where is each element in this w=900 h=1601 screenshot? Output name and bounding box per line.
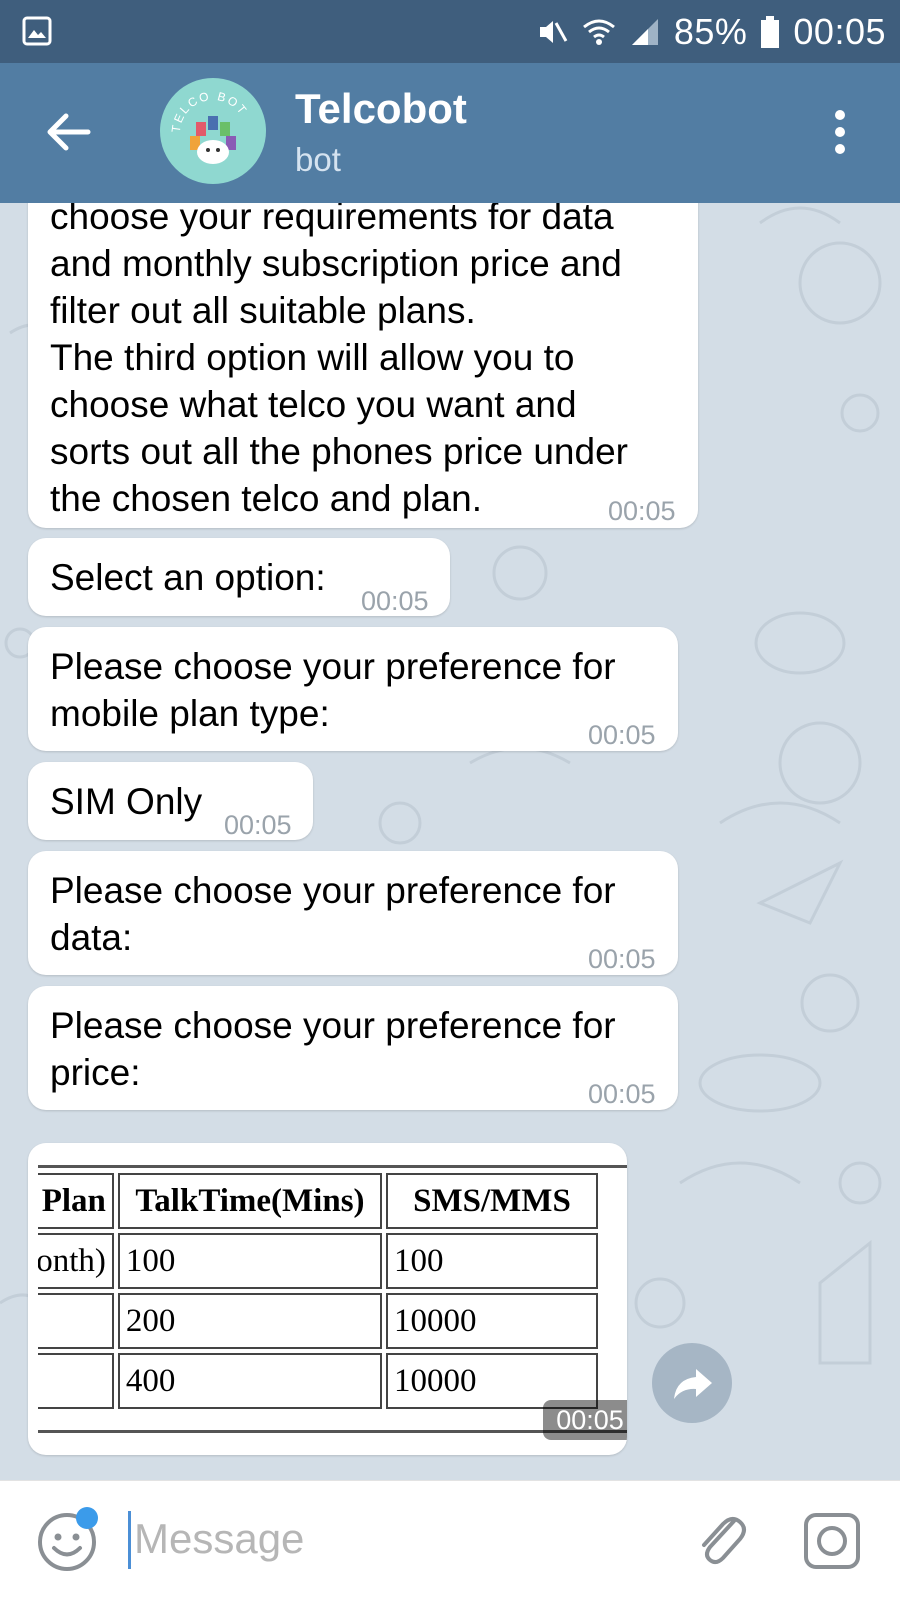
chat-area[interactable]: choose your requirements for data and mo… — [0, 203, 900, 1480]
table-header-cell: SMS/MMS — [385, 1173, 598, 1229]
table-cell: 10000 — [385, 1293, 598, 1349]
message-time: 00:05 — [588, 1079, 656, 1109]
table-cell — [38, 1353, 114, 1409]
table-cell: 100 — [385, 1233, 598, 1289]
wifi-icon — [582, 19, 615, 45]
table-header-cell: Plan — [38, 1173, 114, 1229]
avatar[interactable]: TELCO BOT — [160, 78, 266, 184]
table-cell — [38, 1293, 114, 1349]
table-row: 200 10000 — [38, 1293, 598, 1349]
message-time: 00:05 — [588, 944, 656, 974]
table-row: month) 100 100 — [38, 1233, 598, 1289]
message-bubble[interactable]: Select an option: 00:05 — [28, 538, 450, 616]
message-bubble[interactable]: Please choose your preference for price:… — [28, 986, 678, 1110]
mute-icon — [539, 21, 568, 43]
message-time: 00:05 — [224, 810, 292, 840]
message-input-bar — [0, 1480, 900, 1601]
message-bubble[interactable]: Please choose your preference for data: … — [28, 851, 678, 975]
message-input[interactable] — [134, 1507, 614, 1571]
message-text: SIM Only — [50, 781, 203, 822]
table-cell: 200 — [117, 1293, 382, 1349]
message-time: 00:05 — [588, 720, 656, 750]
chat-header: TELCO BOT Telcobot bot — [0, 63, 900, 203]
message-text: Select an option: — [50, 557, 326, 598]
share-button[interactable] — [652, 1343, 732, 1423]
gallery-icon — [22, 16, 52, 46]
message-text: Please choose your preference for data: — [50, 870, 616, 958]
message-time: 00:05 — [608, 496, 676, 526]
divider — [38, 1430, 627, 1433]
signal-icon — [631, 19, 658, 45]
camera-icon[interactable] — [802, 1511, 862, 1571]
table-header-cell: TalkTime(Mins) — [117, 1173, 382, 1229]
plans-table: Plan TalkTime(Mins) SMS/MMS month) 100 1… — [38, 1169, 602, 1413]
table-cell: month) — [38, 1233, 114, 1289]
message-bubble[interactable]: SIM Only 00:05 — [28, 762, 313, 840]
share-icon — [674, 1369, 712, 1399]
chat-subtitle: bot — [295, 141, 341, 178]
status-icons: 85% 00:05 — [536, 10, 886, 54]
chat-title[interactable]: Telcobot — [295, 85, 467, 133]
message-text: Please choose your preference for price: — [50, 1005, 616, 1093]
status-bar: 85% 00:05 — [0, 0, 900, 63]
table-image[interactable]: Plan TalkTime(Mins) SMS/MMS month) 100 1… — [38, 1165, 627, 1433]
notification-dot — [76, 1507, 98, 1529]
status-time: 00:05 — [793, 11, 886, 52]
text-cursor — [128, 1511, 131, 1569]
table-cell: 400 — [117, 1353, 382, 1409]
back-arrow-icon[interactable] — [44, 107, 94, 157]
more-vert-icon[interactable] — [820, 107, 860, 157]
message-bubble[interactable]: choose your requirements for data and mo… — [28, 203, 698, 528]
attach-icon[interactable] — [690, 1507, 750, 1569]
telcobot-logo: TELCO BOT — [169, 89, 248, 164]
message-text: choose your requirements for data and mo… — [50, 203, 628, 519]
battery-percent: 85% — [673, 11, 748, 52]
message-time: 00:05 — [361, 586, 429, 616]
table-cell: 100 — [117, 1233, 382, 1289]
divider — [38, 1165, 627, 1168]
battery-icon — [761, 16, 780, 48]
table-header-row: Plan TalkTime(Mins) SMS/MMS — [38, 1173, 598, 1229]
table-row: 400 10000 — [38, 1353, 598, 1409]
message-bubble[interactable]: Please choose your preference for mobile… — [28, 627, 678, 751]
message-text: Please choose your preference for mobile… — [50, 646, 616, 734]
image-message[interactable]: Plan TalkTime(Mins) SMS/MMS month) 100 1… — [28, 1143, 627, 1455]
message-time: 00:05 — [543, 1400, 627, 1440]
